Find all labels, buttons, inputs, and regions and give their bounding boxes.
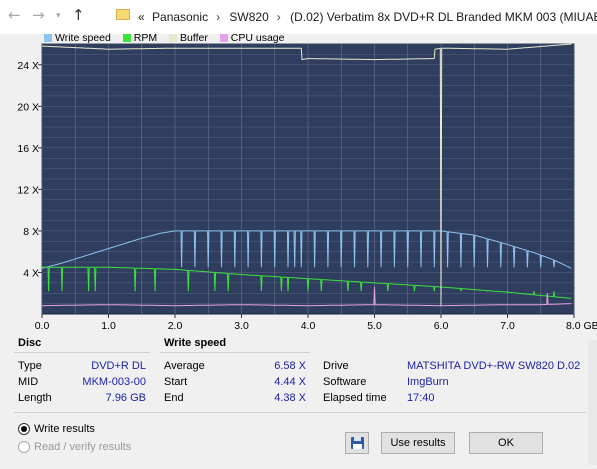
y-tick-label: 20 X <box>17 101 39 113</box>
disc-mid-label: MID <box>18 376 39 388</box>
breadcrumb-item[interactable]: SW820 <box>229 10 268 24</box>
x-tick-label: 3.0 <box>234 320 249 332</box>
back-arrow-icon[interactable]: ← <box>8 6 21 24</box>
x-tick-label: 7.0 <box>500 320 515 332</box>
disc-type-value: DVD+R DL <box>91 360 146 372</box>
x-tick-label: 5.0 <box>367 320 382 332</box>
save-button[interactable] <box>345 432 369 454</box>
y-tick-label: 16 X <box>17 143 39 155</box>
drive-value: MATSHITA DVD+-RW SW820 D.02 <box>407 360 581 372</box>
software-value: ImgBurn <box>407 376 449 388</box>
chevron-right-icon: › <box>216 10 221 24</box>
breadcrumb-item[interactable]: Panasonic <box>152 10 208 24</box>
folder-icon <box>116 9 130 20</box>
chevron-right-icon: › <box>276 10 281 24</box>
disc-length-label: Length <box>18 392 52 404</box>
read-verify-results-radio[interactable] <box>18 441 30 453</box>
floppy-disk-icon <box>351 437 364 449</box>
x-tick-label: 1.0 <box>101 320 116 332</box>
x-tick-label: 8.0 GB <box>566 320 597 332</box>
forward-arrow-icon[interactable]: → <box>32 6 45 24</box>
breadcrumb-item[interactable]: (D.02) Verbatim 8x DVD+R DL Branded MKM … <box>290 10 597 24</box>
y-tick-label: 8 X <box>23 226 39 238</box>
average-speed-value: 6.58 X <box>274 360 306 372</box>
elapsed-time-value: 17:40 <box>407 392 435 404</box>
x-tick-label: 0.0 <box>35 320 50 332</box>
breadcrumb: « Panasonic › SW820 › (D.02) Verbatim 8x D… <box>138 10 597 24</box>
x-tick-label: 6.0 <box>434 320 449 332</box>
up-arrow-icon[interactable]: ↑ <box>72 6 85 24</box>
disc-type-label: Type <box>18 360 42 372</box>
drive-label: Drive <box>323 360 349 372</box>
disc-heading: Disc <box>18 337 42 349</box>
write-speed-chart: Write speed RPM Buffer CPU usage 4 X8 X1… <box>0 29 597 334</box>
chevron-down-icon[interactable]: ▾ <box>56 11 61 21</box>
y-tick-label: 24 X <box>17 60 39 72</box>
read-verify-results-label[interactable]: Read / verify results <box>34 441 131 453</box>
write-results-label[interactable]: Write results <box>34 423 95 435</box>
scrollbar[interactable] <box>588 340 597 465</box>
divider <box>160 352 310 353</box>
breadcrumb-overflow[interactable]: « <box>138 10 145 24</box>
end-speed-label: End <box>164 392 184 404</box>
x-tick-label: 4.0 <box>301 320 316 332</box>
elapsed-time-label: Elapsed time <box>323 392 387 404</box>
start-speed-value: 4.44 X <box>274 376 306 388</box>
software-label: Software <box>323 376 367 388</box>
write-speed-heading: Write speed <box>164 337 227 349</box>
disc-length-value: 7.96 GB <box>105 392 146 404</box>
disc-mid-value: MKM-003-00 <box>82 376 146 388</box>
write-results-radio[interactable] <box>18 423 30 435</box>
end-speed-value: 4.38 X <box>274 392 306 404</box>
divider <box>14 412 586 413</box>
ok-button[interactable]: OK <box>469 432 543 454</box>
y-tick-label: 12 X <box>17 184 39 196</box>
average-speed-label: Average <box>164 360 205 372</box>
use-results-button[interactable]: Use results <box>381 432 455 454</box>
divider <box>14 352 150 353</box>
x-tick-label: 2.0 <box>168 320 183 332</box>
start-speed-label: Start <box>164 376 188 388</box>
y-tick-label: 4 X <box>23 267 39 279</box>
chart-canvas: 4 X 8 X 12 X 16 X 20 X 24 X 0.0 1.0 2.0 3.0 4.0 5.0… <box>17 43 597 332</box>
